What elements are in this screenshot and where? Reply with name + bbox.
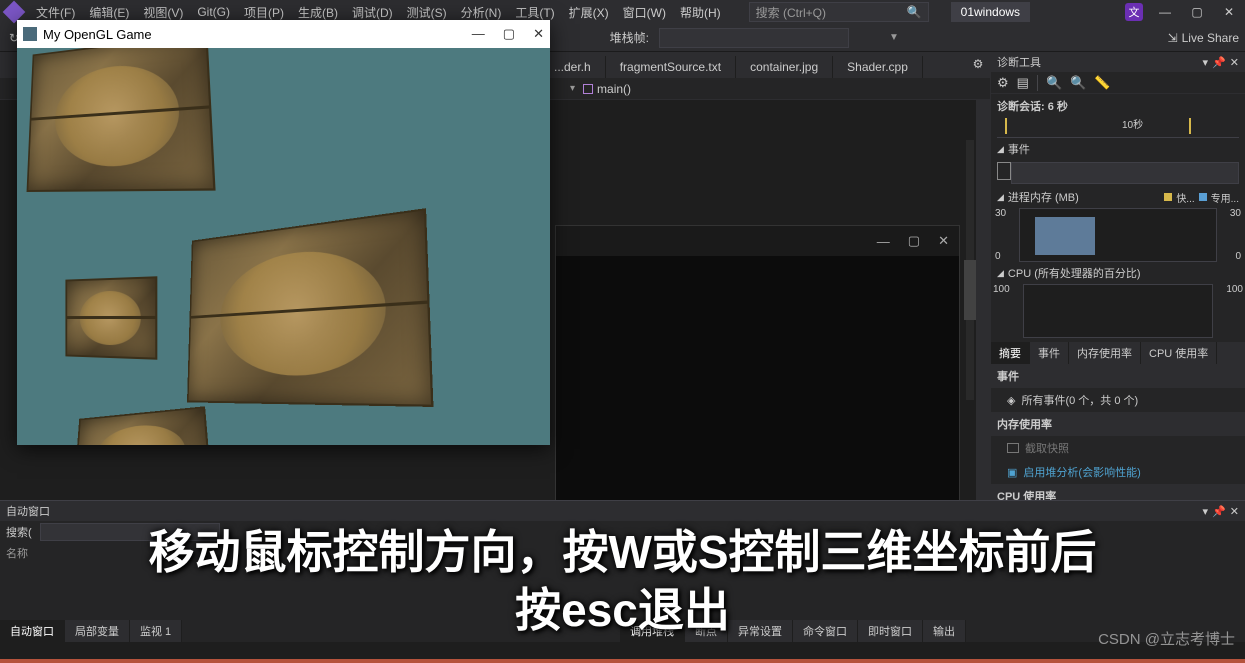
btab-locals[interactable]: 局部变量 bbox=[65, 620, 130, 642]
menu-help[interactable]: 帮助(H) bbox=[674, 2, 727, 23]
nav-scope[interactable]: main() bbox=[583, 82, 631, 96]
tab-shader[interactable]: Shader.cpp bbox=[833, 56, 923, 78]
enable-heap-link[interactable]: ▣启用堆分析(会影响性能) bbox=[991, 460, 1245, 484]
diag-subtabs: 摘要 事件 内存使用率 CPU 使用率 bbox=[991, 342, 1245, 364]
diag-doc-icon[interactable]: ▤ bbox=[1017, 75, 1029, 91]
console-max-icon[interactable]: ▢ bbox=[908, 233, 920, 249]
cpu-graph[interactable] bbox=[1023, 284, 1213, 338]
timeline[interactable]: 10秒 bbox=[997, 118, 1239, 138]
diamond-icon: ◈ bbox=[1007, 394, 1015, 407]
event-marker-icon bbox=[997, 162, 1011, 180]
console-min-icon[interactable]: — bbox=[877, 234, 890, 249]
camera-icon bbox=[1007, 443, 1019, 453]
search-icon: 🔍 bbox=[907, 5, 922, 19]
memory-graph[interactable] bbox=[1019, 208, 1217, 262]
dtab-callstack[interactable]: 调用堆栈 bbox=[620, 620, 685, 642]
console-titlebar: — ▢ ✕ bbox=[556, 226, 959, 256]
scrollbar-thumb[interactable] bbox=[964, 260, 976, 320]
bottom-panel: 自动窗口 ▾ 📌 ✕ 搜索( 名称 自动窗口 局部变量 监视 1 调用堆栈 断点… bbox=[0, 500, 1245, 642]
cpu-header[interactable]: CPU (所有处理器的百分比) bbox=[1008, 265, 1141, 281]
tab-container[interactable]: container.jpg bbox=[736, 56, 833, 78]
crate-4 bbox=[73, 406, 212, 445]
close-button[interactable]: ✕ bbox=[1219, 2, 1239, 22]
dtab-immediate[interactable]: 即时窗口 bbox=[858, 620, 923, 642]
nav-chevron-icon[interactable]: ▾ bbox=[570, 83, 575, 94]
panel-dropdown-icon[interactable]: ▾ bbox=[1203, 56, 1209, 69]
dtab-command[interactable]: 命令窗口 bbox=[793, 620, 858, 642]
crate-2 bbox=[187, 208, 433, 407]
btab-watch[interactable]: 监视 1 bbox=[130, 620, 182, 642]
btab-autos[interactable]: 自动窗口 bbox=[0, 620, 65, 642]
panel-pin-icon[interactable]: 📌 bbox=[1212, 56, 1226, 69]
live-share-button[interactable]: ⇲ Live Share bbox=[1168, 31, 1239, 45]
maximize-button[interactable]: ▢ bbox=[1187, 2, 1207, 22]
ruler-icon[interactable]: 📏 bbox=[1094, 75, 1110, 91]
global-search-input[interactable]: 搜索 (Ctrl+Q) 🔍 bbox=[749, 2, 929, 22]
search-placeholder: 搜索 (Ctrl+Q) bbox=[756, 4, 826, 21]
subtab-cpu[interactable]: CPU 使用率 bbox=[1141, 342, 1217, 364]
minimize-button[interactable]: — bbox=[1155, 2, 1175, 22]
menu-ext[interactable]: 扩展(X) bbox=[563, 2, 615, 23]
bottom-dropdown-icon[interactable]: ▾ bbox=[1203, 505, 1209, 518]
bottom-pin-icon[interactable]: 📌 bbox=[1212, 505, 1226, 518]
dtab-breakpoints[interactable]: 断点 bbox=[685, 620, 728, 642]
solution-name[interactable]: 01windows bbox=[951, 2, 1030, 22]
events-header[interactable]: 事件 bbox=[1008, 141, 1030, 157]
gl-maximize-button[interactable]: ▢ bbox=[503, 26, 515, 42]
col-name[interactable]: 名称 bbox=[6, 545, 28, 561]
event-bar[interactable] bbox=[1011, 162, 1239, 184]
diag-gear-icon[interactable]: ⚙ bbox=[997, 75, 1009, 91]
gl-close-button[interactable]: ✕ bbox=[533, 26, 544, 42]
cube-icon bbox=[583, 84, 593, 94]
chevron-down-icon[interactable]: ▼ bbox=[889, 32, 899, 43]
opengl-window[interactable]: My OpenGL Game — ▢ ✕ bbox=[17, 20, 550, 445]
sum-events-header: 事件 bbox=[991, 364, 1245, 388]
dtab-output[interactable]: 输出 bbox=[923, 620, 966, 642]
zoom-out-icon[interactable]: 🔍 bbox=[1070, 75, 1086, 91]
console-window[interactable]: — ▢ ✕ bbox=[555, 225, 960, 515]
dtab-exceptions[interactable]: 异常设置 bbox=[728, 620, 793, 642]
tab-fragment[interactable]: fragmentSource.txt bbox=[606, 56, 736, 78]
subtab-summary[interactable]: 摘要 bbox=[991, 342, 1030, 364]
thread-combo[interactable] bbox=[659, 28, 849, 48]
console-close-icon[interactable]: ✕ bbox=[938, 233, 949, 249]
language-badge-icon[interactable]: 文 bbox=[1125, 3, 1143, 21]
share-icon: ⇲ bbox=[1168, 31, 1178, 45]
opengl-title: My OpenGL Game bbox=[43, 27, 152, 42]
menu-git[interactable]: Git(G) bbox=[191, 3, 236, 21]
crate-3 bbox=[65, 276, 157, 359]
diag-title: 诊断工具 bbox=[997, 54, 1041, 70]
snapshot-button[interactable]: 截取快照 bbox=[991, 436, 1245, 460]
panel-close-icon[interactable]: ✕ bbox=[1230, 56, 1239, 69]
timeline-10s: 10秒 bbox=[1122, 116, 1143, 131]
memory-header[interactable]: 进程内存 (MB) bbox=[1008, 189, 1079, 205]
gear-icon[interactable]: ⚙ bbox=[970, 56, 986, 72]
crate-1 bbox=[27, 48, 216, 192]
zoom-in-icon[interactable]: 🔍 bbox=[1046, 75, 1062, 91]
bottom-close-icon[interactable]: ✕ bbox=[1230, 505, 1239, 518]
search-label: 搜索( bbox=[6, 524, 32, 540]
app-icon bbox=[23, 27, 37, 41]
opengl-titlebar[interactable]: My OpenGL Game — ▢ ✕ bbox=[17, 20, 550, 48]
info-icon: ▣ bbox=[1007, 466, 1017, 479]
gl-minimize-button[interactable]: — bbox=[472, 26, 485, 42]
session-label: 诊断会话: 6 秒 bbox=[991, 94, 1245, 118]
diag-toolbar: ⚙ ▤ 🔍 🔍 📏 bbox=[991, 72, 1245, 94]
app-statusbar bbox=[0, 659, 1245, 663]
subtab-events[interactable]: 事件 bbox=[1030, 342, 1069, 364]
opengl-canvas[interactable] bbox=[17, 48, 550, 445]
sum-mem-header: 内存使用率 bbox=[991, 412, 1245, 436]
menu-window[interactable]: 窗口(W) bbox=[617, 2, 672, 23]
autos-search-input[interactable] bbox=[40, 523, 220, 541]
sum-events-row[interactable]: ◈所有事件(0 个，共 0 个) bbox=[991, 388, 1245, 412]
bottom-title: 自动窗口 bbox=[6, 503, 50, 519]
thread-label: 堆栈帧: bbox=[610, 29, 649, 46]
subtab-memory[interactable]: 内存使用率 bbox=[1069, 342, 1141, 364]
